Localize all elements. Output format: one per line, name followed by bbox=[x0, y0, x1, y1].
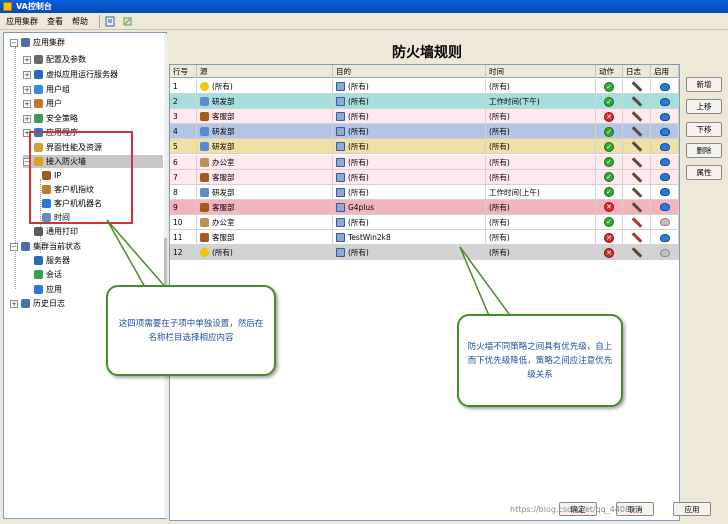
watermark: https://blog.csdn.net/qq_44080 bbox=[510, 505, 636, 514]
callout-arrows bbox=[106, 219, 514, 319]
right-callout: 防火墙不同策略之间具有优先级，自上而下优先级降低，策略之间应注意优先级关系 bbox=[457, 314, 623, 407]
left-callout: 这四项需要在子项中单独设置，然后在名称栏目选择相应内容 bbox=[106, 285, 276, 376]
right-callout-pointer bbox=[459, 246, 514, 319]
